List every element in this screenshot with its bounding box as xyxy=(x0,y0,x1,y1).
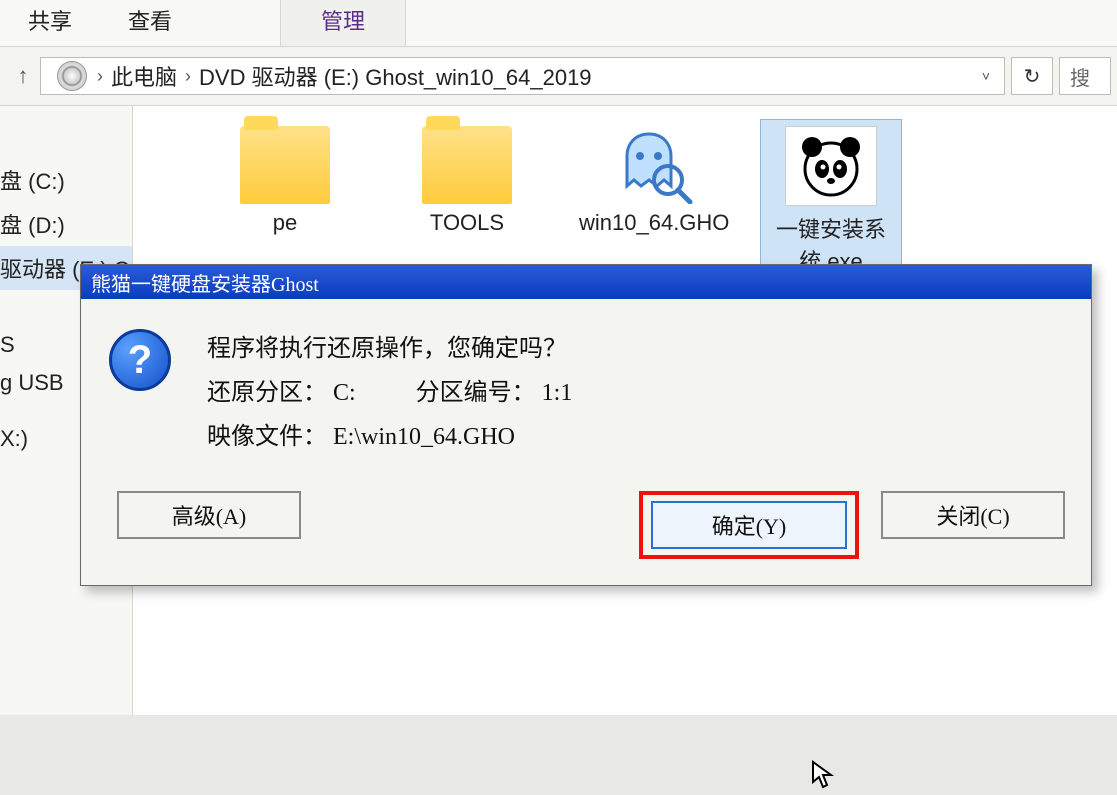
ok-button[interactable]: 确定(Y) xyxy=(651,501,847,549)
file-item-folder[interactable]: pe xyxy=(215,120,355,276)
breadcrumb-root[interactable]: 此电脑 xyxy=(105,60,183,92)
file-name: win10_64.GHO xyxy=(579,210,719,236)
dialog-partition-line: 还原分区： C: 分区编号： 1:1 xyxy=(207,371,572,415)
ok-button-highlight: 确定(Y) xyxy=(639,491,859,559)
dialog-image-line: 映像文件： E:\win10_64.GHO xyxy=(207,415,572,459)
breadcrumb-path[interactable]: DVD 驱动器 (E:) Ghost_win10_64_2019 xyxy=(193,60,598,92)
file-item-folder[interactable]: TOOLS xyxy=(397,120,537,276)
sidebar-item[interactable]: 盘 (D:) xyxy=(0,202,132,246)
dialog-text: 程序将执行还原操作，您确定吗？ 还原分区： C: 分区编号： 1:1 映像文件：… xyxy=(207,327,572,459)
nav-up-icon[interactable]: ↑ xyxy=(6,59,40,93)
file-name: pe xyxy=(215,210,355,236)
disc-icon xyxy=(57,61,87,91)
addressbar-dropdown-icon[interactable]: ˅ xyxy=(976,68,996,84)
file-item-gho[interactable]: win10_64.GHO xyxy=(579,120,719,276)
dialog-message: 程序将执行还原操作，您确定吗？ xyxy=(207,327,572,371)
question-icon: ? xyxy=(109,329,171,391)
dialog-titlebar[interactable]: 熊猫一键硬盘安装器Ghost xyxy=(81,265,1091,299)
sidebar-item[interactable]: 盘 (C:) xyxy=(0,158,132,202)
cursor-icon xyxy=(811,760,837,795)
confirm-dialog: 熊猫一键硬盘安装器Ghost ? 程序将执行还原操作，您确定吗？ 还原分区： C… xyxy=(80,264,1092,586)
ghost-icon xyxy=(604,126,694,204)
ribbon: 共享 查看 管理 xyxy=(0,0,1117,47)
dialog-button-row: 高级(A) 确定(Y) 关闭(C) xyxy=(81,487,1091,585)
tab-manage[interactable]: 管理 xyxy=(280,0,406,46)
refresh-button[interactable]: ↻ xyxy=(1011,57,1053,95)
tab-view[interactable]: 查看 xyxy=(100,0,200,46)
advanced-button[interactable]: 高级(A) xyxy=(117,491,301,539)
file-item-exe-selected[interactable]: 一键安装系统.exe xyxy=(761,120,901,276)
file-name: TOOLS xyxy=(397,210,537,236)
panda-icon xyxy=(785,126,877,206)
folder-icon xyxy=(422,126,512,204)
chevron-right-icon: › xyxy=(95,66,105,87)
chevron-right-icon: › xyxy=(183,66,193,87)
folder-icon xyxy=(240,126,330,204)
close-button[interactable]: 关闭(C) xyxy=(881,491,1065,539)
addressbar-row: ↑ › 此电脑 › DVD 驱动器 (E:) Ghost_win10_64_20… xyxy=(0,47,1117,106)
addressbar[interactable]: › 此电脑 › DVD 驱动器 (E:) Ghost_win10_64_2019… xyxy=(40,57,1005,95)
search-input[interactable]: 搜 xyxy=(1059,57,1111,95)
tab-share[interactable]: 共享 xyxy=(0,0,100,46)
